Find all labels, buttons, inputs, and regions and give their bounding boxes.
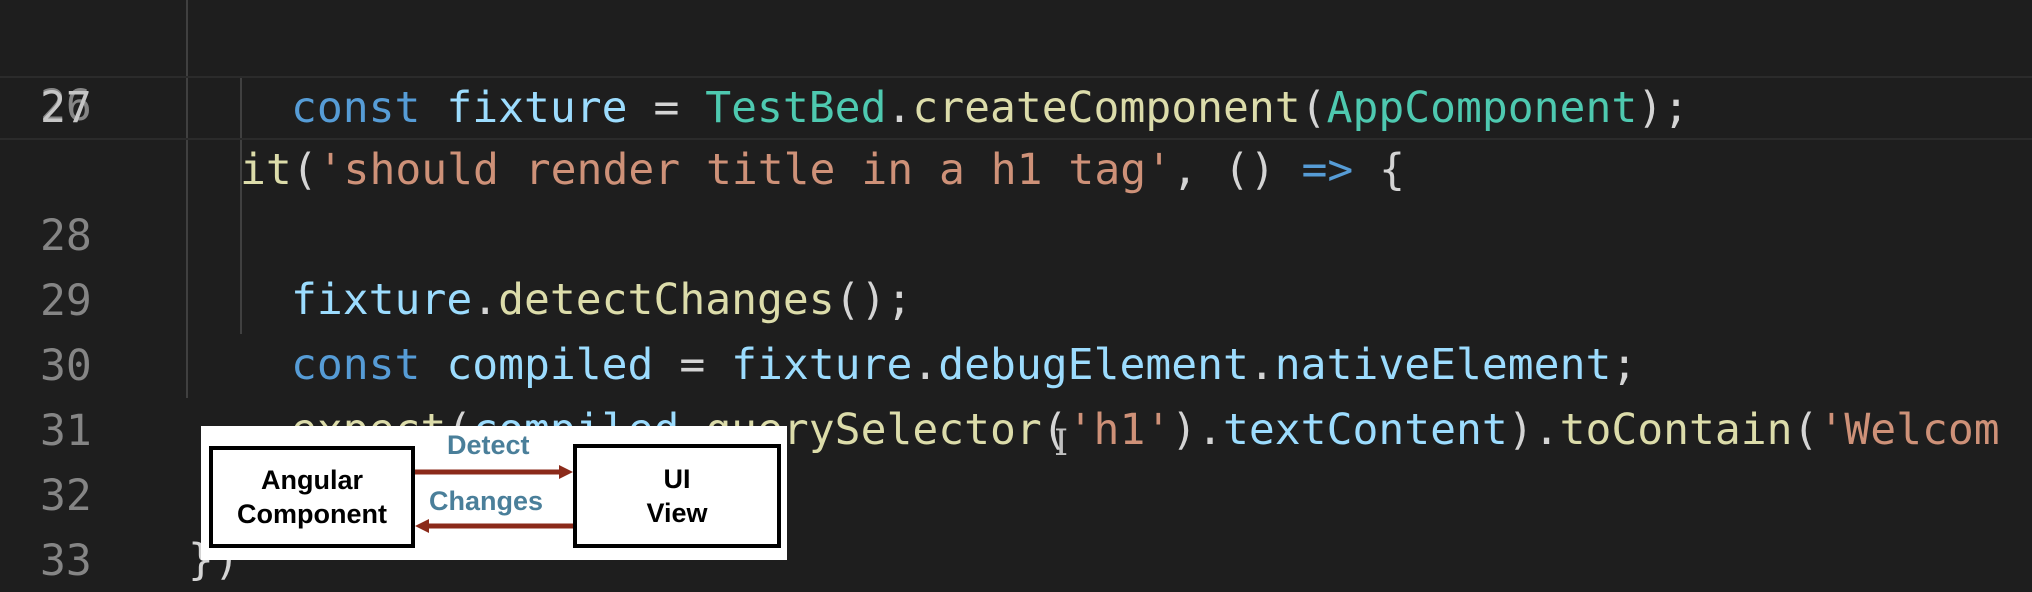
code-token: const	[291, 83, 421, 133]
code-line[interactable]: 28 fixture.detectChanges();	[0, 140, 2032, 325]
line-number: 27	[40, 83, 92, 133]
text-cursor-icon: I	[1054, 423, 1069, 464]
arrowhead-right-icon	[559, 465, 573, 479]
code-token: createComponent	[912, 83, 1301, 133]
code-token: );	[1637, 83, 1690, 133]
code-token: TestBed	[705, 83, 887, 133]
code-line[interactable]: 29 const compiled = fixture.debugElement…	[0, 205, 2032, 390]
code-token: =	[627, 83, 706, 133]
code-editor[interactable]: 26 it('should render title in a h1 tag',…	[0, 0, 2032, 592]
arrowhead-left-icon	[415, 519, 429, 533]
detect-label: Detect	[447, 430, 530, 460]
code-line[interactable]: 31 });	[0, 335, 2032, 520]
box-label: View	[646, 498, 708, 528]
code-token: (	[1300, 83, 1327, 133]
line-number: 33	[40, 536, 92, 586]
code-token: AppComponent	[1326, 83, 1638, 133]
code-token: fixture	[446, 83, 628, 133]
angular-component-box: Angular Component	[209, 446, 415, 548]
code-line[interactable]: 26 it('should render title in a h1 tag',…	[0, 10, 2032, 195]
code-line-current[interactable]: 27 const fixture = TestBed.createCompone…	[0, 76, 2032, 140]
box-label: UI	[663, 464, 691, 494]
box-label: Angular	[260, 465, 363, 495]
code-line[interactable]: 30 expect(compiled.querySelector('h1').t…	[0, 270, 2032, 455]
change-detection-diagram: Angular Component UI View Detect Changes	[201, 426, 787, 560]
code-text: const fixture = TestBed.createComponent(…	[291, 76, 1689, 140]
box-label: Component	[237, 499, 387, 529]
changes-label: Changes	[429, 486, 544, 516]
ui-view-box: UI View	[573, 444, 781, 548]
code-token: .	[886, 83, 913, 133]
